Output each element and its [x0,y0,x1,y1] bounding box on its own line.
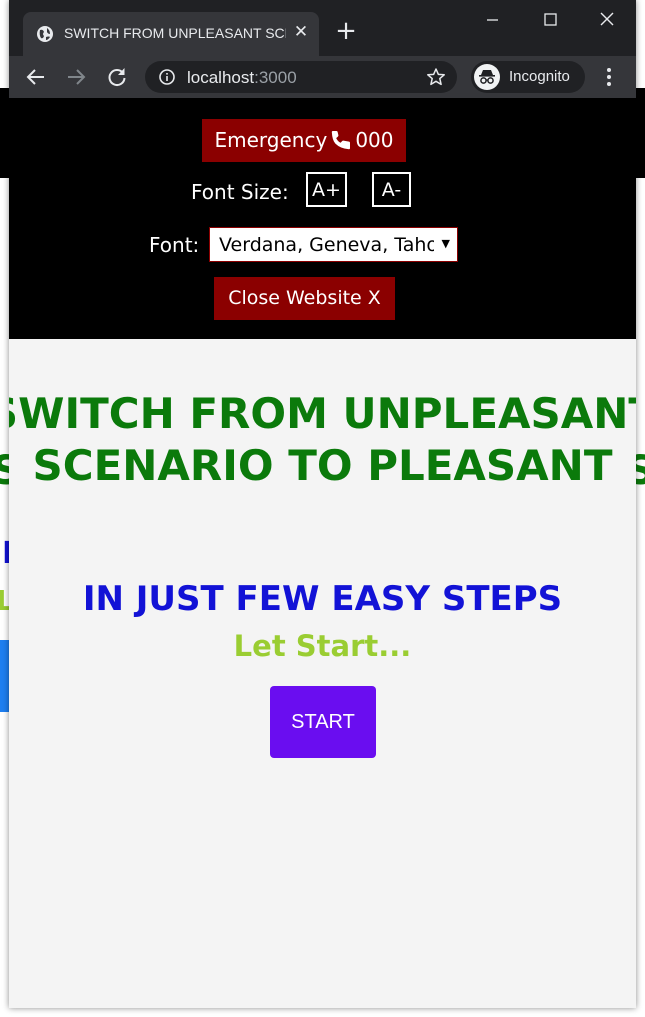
dropdown-arrow-icon: ▼ [441,237,450,250]
star-icon[interactable] [426,67,446,87]
url-host: localhost [187,68,255,87]
plus-icon[interactable]: + [335,18,357,44]
close-window-icon[interactable] [592,8,622,32]
close-icon[interactable]: ✕ [291,22,311,42]
browser-window: SWITCH FROM UNPLEASANT SCENARIO TO PLEAS… [9,0,636,1008]
close-website-button[interactable]: Close Website X [214,277,395,320]
forward-arrow-icon[interactable] [63,64,89,90]
browser-tab[interactable]: SWITCH FROM UNPLEASANT SCENARIO TO PLEAS… [23,12,319,56]
emergency-label: Emergency [214,128,328,152]
background-button-fragment [0,640,9,712]
font-size-label: Font Size: [191,180,289,204]
incognito-icon [479,70,495,84]
title-bar: SWITCH FROM UNPLEASANT SCENARIO TO PLEAS… [9,0,636,56]
globe-icon [37,26,53,42]
reload-icon[interactable] [104,64,130,90]
phone-icon [332,131,351,150]
emergency-button[interactable]: Emergency 000 [202,119,406,162]
page-title: SWITCH FROM UNPLEASANT SCENARIO TO PLEAS… [9,389,636,490]
emergency-number: 000 [355,128,394,152]
info-icon[interactable] [159,69,175,85]
accessibility-header: Emergency 000 Font Size: A+ A- Font: Verd… [9,98,636,339]
browser-toolbar: localhost:3000 Incognito [9,56,636,98]
back-arrow-icon[interactable] [23,64,49,90]
incognito-label: Incognito [509,68,570,85]
decrease-font-button[interactable]: A- [372,172,411,207]
maximize-icon[interactable] [535,8,565,32]
url-text: localhost:3000 [187,68,297,88]
font-label: Font: [149,233,200,257]
font-select[interactable]: Verdana, Geneva, Tahoma, sans-serif ▼ [209,227,458,262]
incognito-avatar [474,64,500,90]
url-port: :3000 [254,68,297,87]
minimize-icon[interactable] [477,8,507,32]
font-select-value: Verdana, Geneva, Tahoma, sans-serif [219,234,434,256]
tab-title: SWITCH FROM UNPLEASANT SCENARIO TO PLEAS… [64,25,286,41]
start-button[interactable]: START [270,686,376,758]
incognito-indicator[interactable]: Incognito [471,61,585,93]
address-bar[interactable]: localhost:3000 [145,61,457,93]
increase-font-button[interactable]: A+ [306,172,347,207]
more-vert-icon[interactable] [599,66,619,88]
tagline: Let Start... [233,629,412,663]
page-subtitle: IN JUST FEW EASY STEPS [82,579,563,619]
